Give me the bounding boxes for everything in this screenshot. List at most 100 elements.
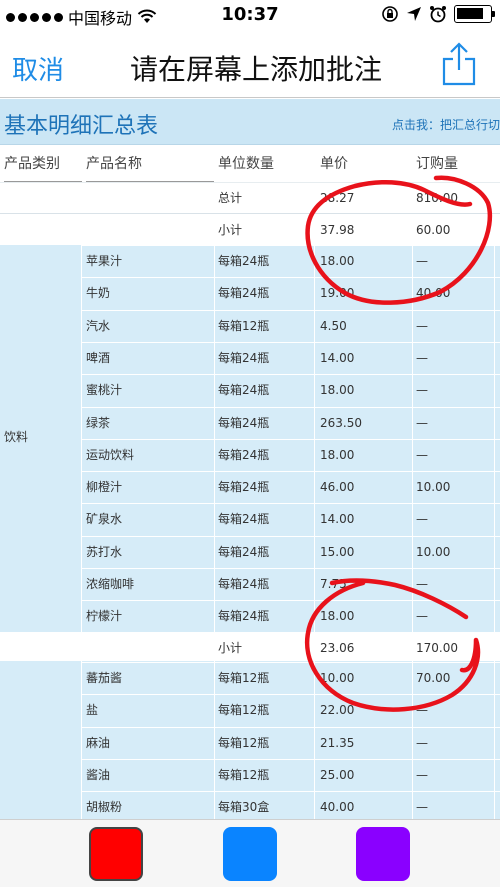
beverage-row-2-unit-qty: 每箱12瓶 [218, 318, 270, 333]
beverage-row-5-product-name: 绿茶 [86, 415, 111, 430]
location-icon [407, 7, 421, 21]
beverage-row-1-unit-qty: 每箱24瓶 [218, 286, 270, 301]
beverage-row-6-order-qty: — [416, 447, 428, 462]
beverage-row-2-order-qty: — [416, 318, 428, 333]
beverage-row-3-order-qty: — [416, 350, 428, 365]
purple-color-swatch[interactable] [356, 827, 410, 881]
beverage-row-10-unit-qty: 每箱24瓶 [218, 577, 270, 591]
header-unit: 单位数量 [218, 156, 274, 172]
condiment-row-1-product-name: 盐 [86, 703, 99, 718]
condiment-row-2-unit-price: 21.35 [320, 735, 355, 750]
beverage-row-2-product-name: 汽水 [86, 318, 111, 333]
beverage-row-3-unit-qty: 每箱24瓶 [218, 350, 270, 365]
beverage-row-10-product-name: 浓缩咖啡 [86, 577, 135, 591]
beverage-row-3-product-name: 啤酒 [86, 350, 111, 365]
condiment-row-0-product-name: 蕃茄酱 [86, 671, 123, 685]
total-label: 总计 [218, 191, 243, 205]
beverage-row-4-order-qty: — [416, 383, 428, 398]
beverage-row-1-order-qty: 40.00 [416, 286, 451, 301]
total-price: 28.27 [320, 191, 355, 205]
table-banner: 基本明细汇总表 点击我：把汇总行切 [0, 99, 500, 145]
beverage-row-9-product-name: 苏打水 [86, 544, 123, 559]
subtotal-qty: 60.00 [416, 223, 451, 237]
beverage-row-6-unit-qty: 每箱24瓶 [218, 447, 270, 462]
condiment-row-1-unit-qty: 每箱12瓶 [218, 703, 270, 718]
beverage-row-7-order-qty: 10.00 [416, 480, 451, 495]
beverage-row-5-order-qty: — [416, 415, 428, 430]
condiment-row-3-unit-price: 25.00 [320, 767, 355, 782]
toggle-summary-link[interactable]: 点击我：把汇总行切 [392, 116, 500, 133]
condiment-row-2-order-qty: — [416, 735, 428, 750]
alarm-icon [430, 6, 446, 23]
beverage-row-0-order-qty: — [416, 254, 428, 268]
condiment-row-1-order-qty: — [416, 703, 428, 718]
total-qty: 810.00 [416, 191, 458, 205]
beverage-row-3-unit-price: 14.00 [320, 350, 355, 365]
subtotal-price: 37.98 [320, 223, 355, 237]
condiment-row-4-product-name: 胡椒粉 [86, 800, 123, 815]
condiment-row-3-unit-qty: 每箱12瓶 [218, 767, 270, 782]
beverage-row-10-order-qty: — [416, 577, 428, 591]
red-color-swatch[interactable] [89, 827, 143, 881]
beverage-row-11-product-name: 柠檬汁 [86, 609, 123, 624]
beverage-row-8-order-qty: — [416, 512, 428, 527]
beverage-row-6-unit-price: 18.00 [320, 447, 355, 462]
summary-table[interactable]: 基本明细汇总表 点击我：把汇总行切 产品类别 产品名称 单位数量 单价 订购量 … [0, 99, 500, 819]
header-price: 单价 [320, 156, 348, 172]
beverage-row-4-unit-qty: 每箱24瓶 [218, 383, 270, 398]
beverage-row-5-unit-qty: 每箱24瓶 [218, 415, 270, 430]
beverage-row-11-unit-price: 18.00 [320, 609, 355, 624]
share-icon[interactable] [442, 42, 476, 86]
condiment-row-0-unit-price: 10.00 [320, 671, 355, 685]
beverage-row-11-order-qty: — [416, 609, 428, 624]
beverage-row-2-unit-price: 4.50 [320, 318, 347, 333]
condiment-row-2-unit-qty: 每箱12瓶 [218, 735, 270, 750]
battery-icon [454, 5, 495, 23]
beverage-row-8-unit-price: 14.00 [320, 512, 355, 527]
beverage-row-9-order-qty: 10.00 [416, 544, 451, 559]
beverage-row-7-unit-price: 46.00 [320, 480, 355, 495]
header-product-name: 产品名称 [86, 156, 142, 172]
condiment-row-0-unit-qty: 每箱12瓶 [218, 671, 270, 685]
beverage-row-6-product-name: 运动饮料 [86, 447, 135, 462]
table-title: 基本明细汇总表 [4, 114, 159, 139]
header-category: 产品类别 [4, 156, 60, 172]
status-right [381, 5, 495, 23]
beverage-row-8-product-name: 矿泉水 [86, 512, 123, 527]
beverage-row-7-unit-qty: 每箱24瓶 [218, 480, 270, 495]
condiment-row-3-order-qty: — [416, 767, 428, 782]
beverage-row-5-unit-price: 263.50 [320, 415, 362, 430]
beverage-row-0-unit-qty: 每箱24瓶 [218, 254, 270, 268]
rotation-lock-icon [382, 6, 398, 22]
beverage-row-1-unit-price: 19.00 [320, 286, 355, 301]
condiment-row-4-order-qty: — [416, 800, 428, 815]
condiment-row-3-product-name: 酱油 [86, 767, 111, 782]
beverage-row-0-unit-price: 18.00 [320, 254, 355, 268]
beverage-row-1-product-name: 牛奶 [86, 286, 111, 301]
header-quantity: 订购量 [416, 156, 458, 172]
color-toolbar [0, 819, 500, 887]
condiment-row-4-unit-qty: 每箱30盒 [218, 800, 270, 815]
blue-color-swatch[interactable] [223, 827, 277, 881]
subtotal-beverages-price: 23.06 [320, 641, 355, 655]
beverage-row-8-unit-qty: 每箱24瓶 [218, 512, 270, 527]
beverage-row-9-unit-qty: 每箱24瓶 [218, 544, 270, 559]
beverage-row-9-unit-price: 15.00 [320, 544, 355, 559]
beverage-row-11-unit-qty: 每箱24瓶 [218, 609, 270, 624]
condiment-row-2-product-name: 麻油 [86, 735, 111, 750]
navigation-bar: 取消 请在屏幕上添加批注 [0, 32, 500, 98]
category-beverages: 饮料 [4, 430, 29, 444]
condiment-row-1-unit-price: 22.00 [320, 703, 355, 718]
beverage-row-0-product-name: 苹果汁 [86, 254, 123, 268]
condiment-row-0-order-qty: 70.00 [416, 671, 451, 685]
subtotal-beverages-label: 小计 [218, 641, 243, 655]
subtotal-label: 小计 [218, 223, 243, 237]
beverage-row-10-unit-price: 7.75 [320, 577, 347, 591]
status-bar: 中国移动 10:37 [0, 0, 500, 32]
condiment-row-4-unit-price: 40.00 [320, 800, 355, 815]
subtotal-beverages-qty: 170.00 [416, 641, 458, 655]
beverage-row-4-product-name: 蜜桃汁 [86, 383, 123, 398]
beverage-row-4-unit-price: 18.00 [320, 383, 355, 398]
page-title: 请在屏幕上添加批注 [129, 53, 382, 86]
beverage-row-7-product-name: 柳橙汁 [86, 480, 123, 495]
